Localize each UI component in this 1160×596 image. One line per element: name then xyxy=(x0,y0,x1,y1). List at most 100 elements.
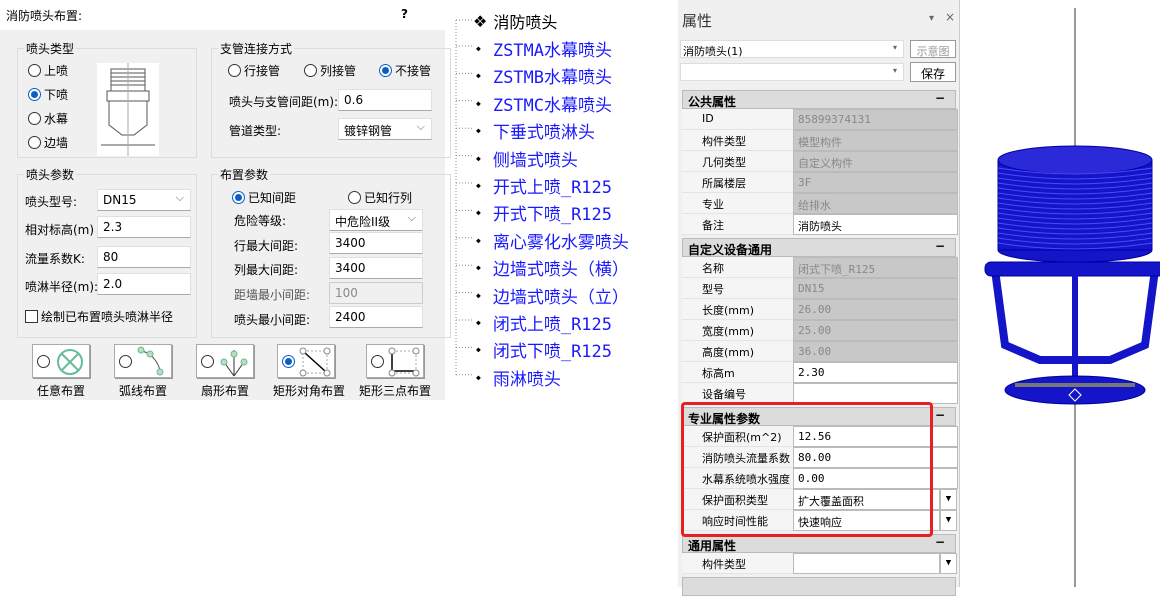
tree-item-label: ZSTMC水幕喷头 xyxy=(492,95,613,116)
radio-known-spacing[interactable]: 已知间距 xyxy=(232,189,296,206)
dropdown-arrow-icon[interactable]: ▼ xyxy=(940,510,957,531)
property-label: 名称 xyxy=(682,257,793,278)
radio-no-connect[interactable]: 不接管 xyxy=(379,62,431,79)
radio-known-rowcol[interactable]: 已知行列 xyxy=(348,189,412,206)
tree-item-label: 闭式上喷_R125 xyxy=(492,315,613,335)
property-value[interactable] xyxy=(793,383,958,404)
property-label: 标高m xyxy=(682,362,793,383)
property-value[interactable]: ▼ xyxy=(793,553,957,574)
collapse-icon[interactable]: − xyxy=(935,239,945,253)
property-row: 名称 闭式下喷_R125 xyxy=(682,257,958,278)
group-title: 支管连接方式 xyxy=(220,42,293,56)
layout-mode-rect-three-point[interactable] xyxy=(366,344,424,378)
help-button[interactable]: ? xyxy=(401,7,408,21)
tree-item-label: 闭式下喷_R125 xyxy=(492,342,613,363)
element-selector[interactable]: 消防喷头(1) ▾ xyxy=(680,40,904,58)
model-select[interactable]: DN15 xyxy=(97,189,191,211)
radio-up[interactable]: 上喷 xyxy=(28,62,68,79)
diamond-icon: ◆ xyxy=(476,153,481,163)
col-max-label: 列最大间距: xyxy=(234,263,299,277)
layout-mode-free[interactable] xyxy=(32,344,90,378)
diamond-icon: ◆ xyxy=(476,263,481,273)
property-row: 构件类型 ▼ xyxy=(682,553,958,574)
elevation-input[interactable]: 2.3 xyxy=(97,216,191,238)
tree-item[interactable]: ◆ 闭式上喷_R125 xyxy=(476,310,612,335)
property-value: 85899374131 xyxy=(793,109,958,130)
hazard-select[interactable]: 中危险II级 xyxy=(329,209,423,231)
layout-mode-label: 矩形对角布置 xyxy=(272,384,345,398)
group-title: 喷头参数 xyxy=(26,168,75,182)
layout-mode-label: 任意布置 xyxy=(36,384,85,398)
property-value[interactable]: 2.30 xyxy=(793,362,958,383)
layout-mode-fan[interactable] xyxy=(196,344,254,378)
tree-item[interactable]: ◆ 开式下喷_R125 xyxy=(476,200,612,225)
k-factor-input[interactable]: 80 xyxy=(97,246,191,268)
property-section-header[interactable]: 公共属性 − xyxy=(682,90,956,109)
col-max-input[interactable]: 3400 xyxy=(329,257,423,279)
property-row: 构件类型 模型构件 xyxy=(682,130,958,151)
pin-dropdown-icon[interactable]: ▾ xyxy=(929,13,934,24)
property-label: 构件类型 xyxy=(682,553,793,574)
tree-item[interactable]: ◆ 闭式下喷_R125 xyxy=(476,337,612,362)
sprinkler-3d-view xyxy=(984,8,1160,587)
collapse-icon[interactable]: − xyxy=(935,408,945,422)
pipe-type-select[interactable]: 镀锌钢管 xyxy=(338,118,432,140)
property-row: 设备编号 xyxy=(682,383,958,404)
sprinkler-preview-image xyxy=(97,63,159,156)
draw-radius-checkbox[interactable]: 绘制已布置喷头喷淋半径 xyxy=(25,308,173,325)
radius-input[interactable]: 2.0 xyxy=(97,273,191,295)
radio-row-connect[interactable]: 行接管 xyxy=(228,62,280,79)
property-value: 闭式下喷_R125 xyxy=(793,257,958,278)
property-row: 长度(mm) 26.00 xyxy=(682,299,958,320)
model-label: 喷头型号: xyxy=(25,195,78,209)
diamond-icon: ◆ xyxy=(476,290,481,300)
tree-item-label: 侧墙式喷头 xyxy=(492,150,578,171)
tree-item[interactable]: ◆ 雨淋喷头 xyxy=(476,365,561,390)
property-value: 自定义构件 xyxy=(793,151,958,172)
panel-title: 属性 xyxy=(682,12,713,30)
layout-mode-rect-diagonal[interactable] xyxy=(277,344,335,378)
diamond-icon: ◆ xyxy=(476,345,481,355)
diamond-icon: ◆ xyxy=(476,181,481,190)
sprinkler-3d-model xyxy=(984,145,1160,405)
tree-item[interactable]: ◆ 下垂式喷淋头 xyxy=(476,118,595,143)
property-row: 宽度(mm) 25.00 xyxy=(682,320,958,341)
layout-mode-arc[interactable] xyxy=(114,344,172,378)
property-value: 25.00 xyxy=(793,320,958,341)
hazard-label: 危险等级: xyxy=(234,214,287,228)
tree-item[interactable]: ◆ 侧墙式喷头 xyxy=(476,146,578,171)
row-max-input[interactable]: 3400 xyxy=(329,232,423,254)
diagram-button[interactable]: 示意图 xyxy=(910,40,956,58)
property-value: 模型构件 xyxy=(793,130,958,151)
dialog-title: 消防喷头布置: xyxy=(0,0,445,30)
tree-item[interactable]: ◆ 离心雾化水雾喷头 xyxy=(476,228,629,253)
tree-item-label: 边墙式喷头（立） xyxy=(492,287,629,308)
dropdown-arrow-icon[interactable]: ▼ xyxy=(940,553,957,574)
radio-curtain[interactable]: 水幕 xyxy=(28,110,68,127)
save-button[interactable]: 保存 xyxy=(910,62,956,82)
tree-item[interactable]: ◆ ZSTMC水幕喷头 xyxy=(476,91,612,116)
tree-root[interactable]: ❖ 消防喷头 xyxy=(473,9,557,33)
radio-col-connect[interactable]: 列接管 xyxy=(304,62,356,79)
spacing-input[interactable]: 0.6 xyxy=(338,89,432,111)
tree-item[interactable]: ◆ 边墙式喷头（横） xyxy=(476,255,629,280)
tree-item[interactable]: ◆ ZSTMA水幕喷头 xyxy=(476,36,612,61)
collapse-icon[interactable]: − xyxy=(935,535,945,549)
tree-item[interactable]: ◆ ZSTMB水幕喷头 xyxy=(476,63,612,88)
property-section-header[interactable]: 自定义设备通用 − xyxy=(682,238,956,257)
head-min-input[interactable]: 2400 xyxy=(329,306,423,328)
radio-down[interactable]: 下喷 xyxy=(28,86,68,103)
collapse-icon[interactable]: − xyxy=(935,91,945,105)
tree-item[interactable]: ◆ 开式上喷_R125 xyxy=(476,173,612,198)
k-factor-label: 流量系数K: xyxy=(25,252,85,266)
tree-item-label: ZSTMB水幕喷头 xyxy=(492,68,613,89)
tree-item[interactable]: ◆ 边墙式喷头（立） xyxy=(476,283,629,308)
radio-sidewall[interactable]: 边墙 xyxy=(28,134,68,151)
property-value[interactable]: 消防喷头 xyxy=(793,214,958,235)
filter-selector[interactable]: ▾ xyxy=(680,63,904,81)
property-value: DN15 xyxy=(793,278,958,299)
dropdown-arrow-icon[interactable]: ▼ xyxy=(940,489,957,510)
close-icon[interactable]: × xyxy=(945,10,955,24)
group-title: 布置参数 xyxy=(220,168,269,182)
property-label: 几何类型 xyxy=(682,151,793,172)
